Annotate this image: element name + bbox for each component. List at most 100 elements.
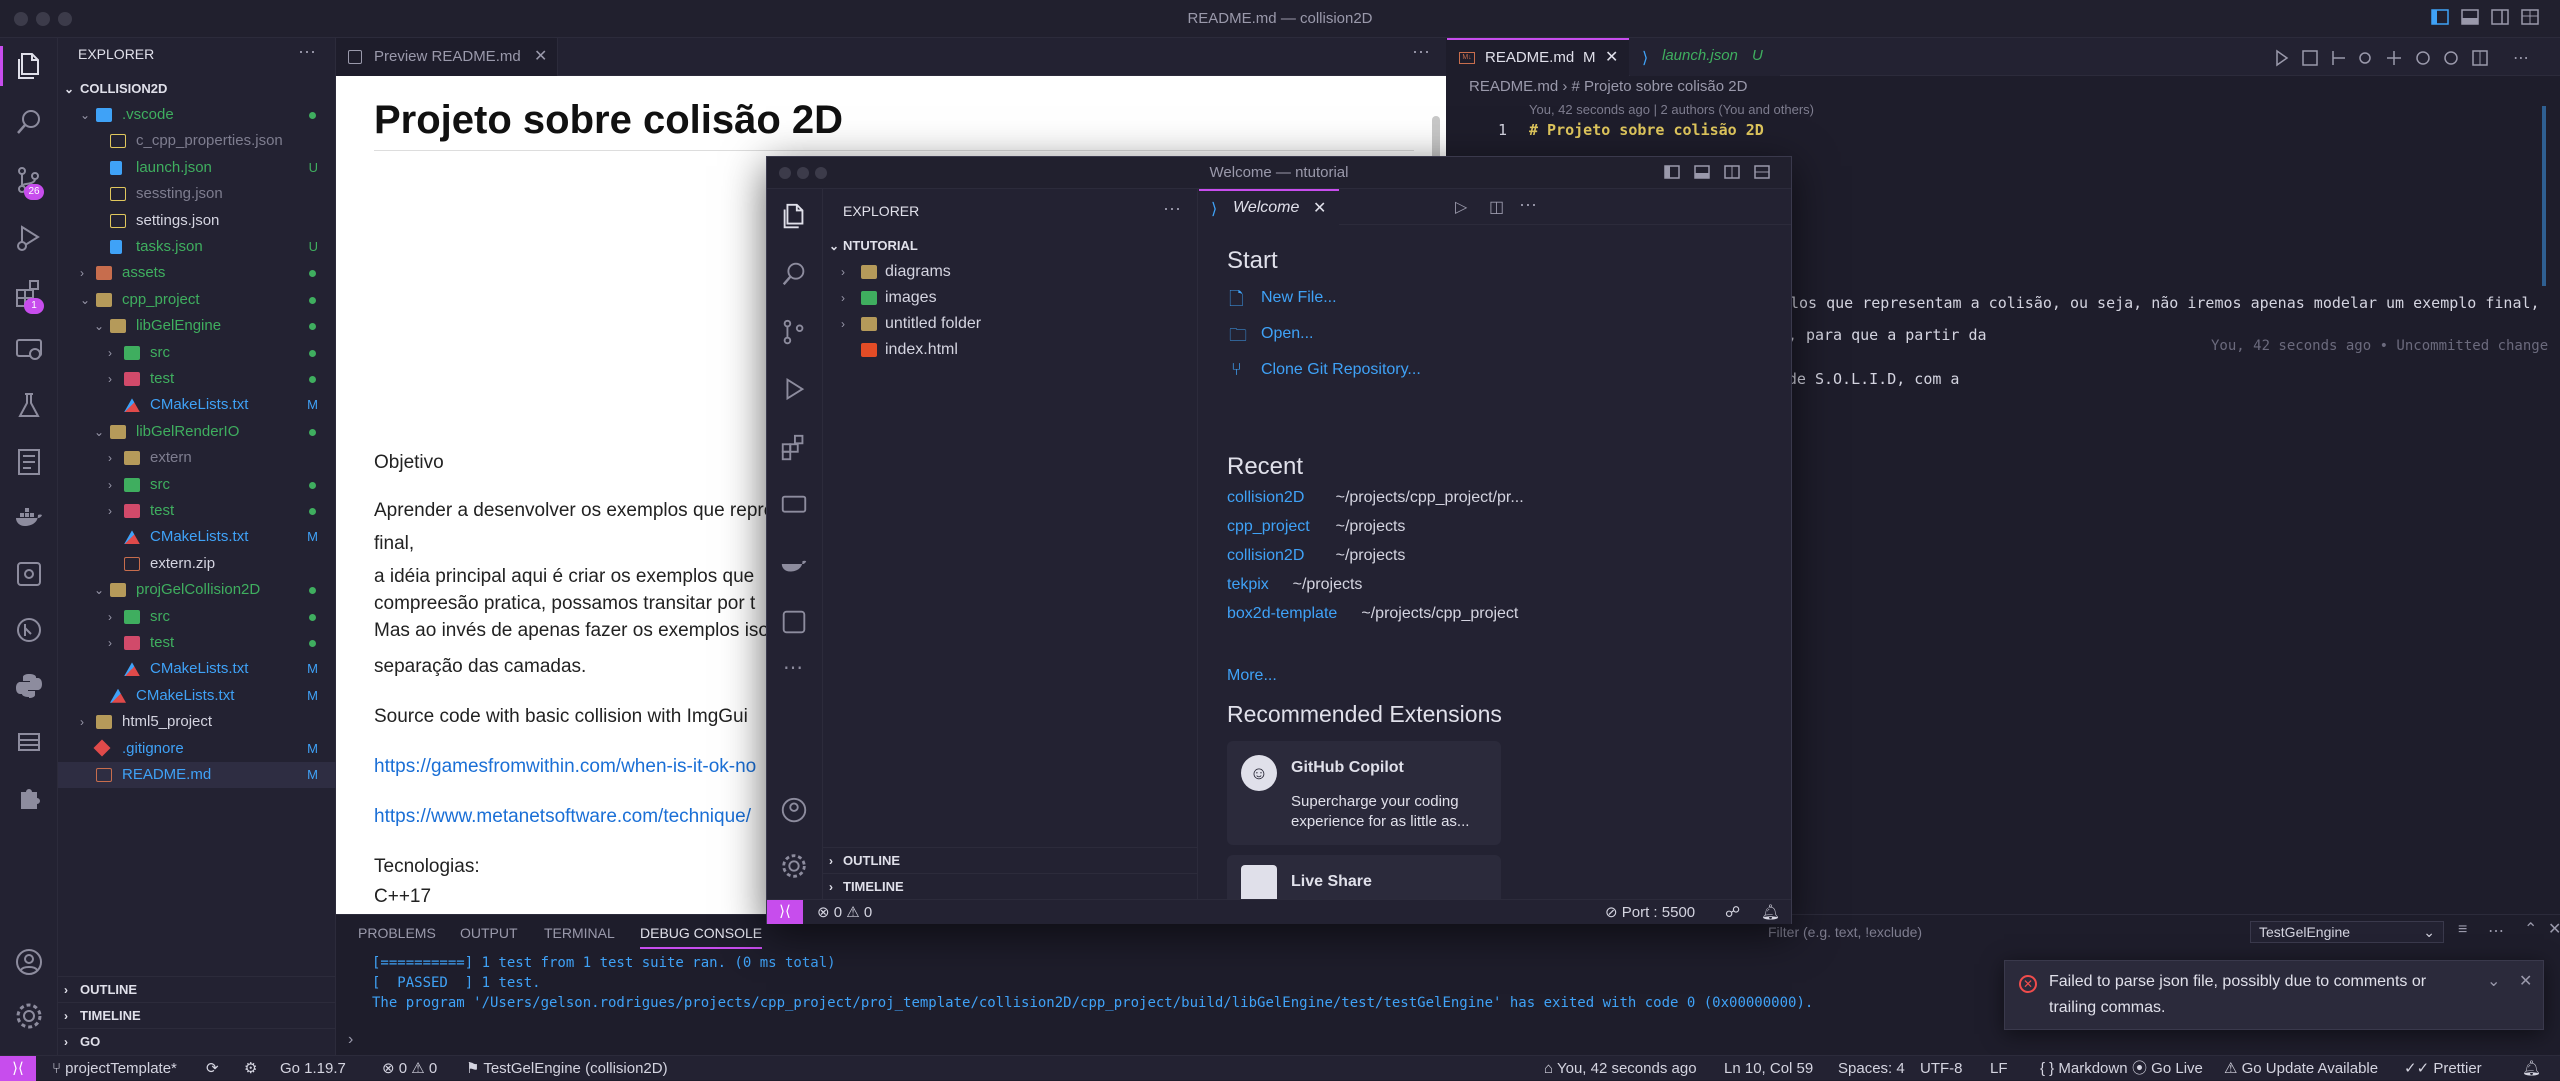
close-icon[interactable]: ✕ — [1313, 198, 1326, 218]
database-icon[interactable] — [13, 726, 45, 758]
chevron-right-icon[interactable]: › — [80, 709, 94, 735]
extension-card-copilot[interactable]: ☺ GitHub Copilot Supercharge your coding… — [1227, 741, 1501, 845]
explorer-more-icon[interactable]: ⋯ — [1163, 199, 1181, 220]
go-section[interactable]: › GO — [58, 1028, 336, 1054]
tab-output[interactable]: OUTPUT — [460, 925, 518, 941]
explorer-root[interactable]: ⌄ NTUTORIAL — [823, 233, 1198, 259]
editor-more-icon[interactable]: ⋯ — [1412, 42, 1430, 63]
cmake-icon[interactable] — [13, 446, 45, 478]
indentation[interactable]: Spaces: 4 — [1838, 1056, 1905, 1081]
chevron-down-icon[interactable]: ⌄ — [80, 102, 94, 128]
close-panel-icon[interactable]: ✕ — [2548, 919, 2560, 939]
timeline-section[interactable]: › TIMELINE — [823, 873, 1198, 899]
chevron-right-icon[interactable]: › — [108, 340, 122, 366]
sync-icon[interactable]: ⟳ — [206, 1056, 219, 1081]
console-prompt-icon[interactable]: › — [348, 1031, 353, 1049]
python-icon[interactable] — [13, 670, 45, 702]
chevron-down-icon[interactable]: ⌄ — [94, 419, 108, 445]
chevron-down-icon[interactable]: ⌄ — [94, 577, 108, 603]
source-control-icon[interactable] — [779, 317, 809, 347]
tree-item[interactable]: launch.json U — [58, 155, 336, 181]
more-recent-link[interactable]: More... — [1227, 667, 1277, 685]
tree-item[interactable]: c_cpp_properties.json — [58, 128, 336, 154]
layout-controls-icon[interactable] — [1663, 163, 1787, 183]
manage-gear-icon[interactable] — [779, 851, 809, 881]
open-link[interactable]: Open... — [1261, 325, 1313, 343]
file-index-html[interactable]: index.html — [823, 337, 1198, 363]
chevron-right-icon[interactable]: › — [108, 445, 122, 471]
folder-diagrams[interactable]: › diagrams — [823, 259, 1198, 285]
tree-item[interactable]: › src — [58, 340, 336, 366]
outline-section[interactable]: › OUTLINE — [823, 847, 1198, 873]
tree-item[interactable]: ⌄ projGelCollision2D — [58, 577, 336, 603]
debug-config-select[interactable]: TestGelEngine ⌄ — [2250, 921, 2444, 943]
cmake-kit-icon[interactable]: ⚙ — [244, 1056, 257, 1081]
explorer-more-icon[interactable]: ⋯ — [298, 42, 316, 63]
remote-explorer-icon[interactable] — [779, 491, 809, 521]
explorer-icon[interactable] — [13, 50, 45, 82]
tree-item[interactable]: CMakeLists.txt M — [58, 392, 336, 418]
close-icon[interactable]: ✕ — [534, 46, 547, 66]
tab-preview-readme[interactable]: Preview README.md ✕ — [336, 38, 558, 76]
layout-controls-icon[interactable] — [2430, 8, 2550, 28]
settings-sync-icon[interactable] — [13, 558, 45, 590]
tab-debug-console[interactable]: DEBUG CONSOLE — [640, 925, 763, 949]
manage-gear-icon[interactable] — [13, 1000, 45, 1032]
editor-actions[interactable]: ⋯ — [2273, 48, 2553, 68]
chevron-right-icon[interactable]: › — [108, 604, 122, 630]
new-file-link[interactable]: New File... — [1261, 289, 1337, 307]
language-mode[interactable]: { } Markdown — [2040, 1056, 2128, 1081]
tab-problems[interactable]: PROBLEMS — [358, 925, 436, 941]
problems-indicator[interactable]: ⊗ 0 ⚠ 0 — [817, 903, 872, 921]
tree-item[interactable]: › src — [58, 472, 336, 498]
tree-item[interactable]: › html5_project — [58, 709, 336, 735]
tree-item[interactable]: tasks.json U — [58, 234, 336, 260]
go-update[interactable]: ⚠ Go Update Available — [2224, 1056, 2378, 1081]
line-ending[interactable]: LF — [1990, 1056, 2008, 1081]
feedback-icon[interactable]: ☍ — [1725, 903, 1740, 921]
tree-item[interactable]: .gitignore M — [58, 736, 336, 762]
debug-target[interactable]: ⚑ TestGelEngine (collision2D) — [466, 1056, 668, 1081]
encoding[interactable]: UTF-8 — [1920, 1056, 1963, 1081]
notifications-bell-icon[interactable]: 🔔︎ — [1761, 903, 1780, 921]
timeline-section[interactable]: › TIMELINE — [58, 1002, 336, 1028]
chevron-down-icon[interactable]: ⌄ — [94, 313, 108, 339]
go-version[interactable]: Go 1.19.7 — [280, 1056, 346, 1081]
explorer-root[interactable]: ⌄ COLLISION2D — [58, 76, 336, 102]
panel-more-icon[interactable]: ⋯ — [2488, 921, 2504, 941]
chevron-right-icon[interactable]: › — [108, 630, 122, 656]
account-icon[interactable] — [13, 946, 45, 978]
chevron-right-icon[interactable]: › — [80, 260, 94, 286]
run-debug-icon[interactable] — [779, 375, 809, 405]
maximize-panel-icon[interactable]: ⌃ — [2524, 919, 2537, 939]
more-views-icon[interactable]: ⋯ — [783, 655, 803, 680]
recent-item-link[interactable]: collision2D — [1227, 489, 1304, 507]
preview-link[interactable]: https://www.metanetsoftware.com/techniqu… — [374, 806, 751, 828]
tree-item[interactable]: sessting.json — [58, 181, 336, 207]
prettier-status[interactable]: ✓✓ Prettier — [2404, 1056, 2482, 1081]
cursor-position[interactable]: Ln 10, Col 59 — [1724, 1056, 1813, 1081]
chevron-down-icon[interactable]: ⌄ — [2487, 971, 2500, 991]
editor-scrollbar[interactable] — [2542, 106, 2546, 286]
split-editor-icon[interactable]: ◫ — [1489, 197, 1504, 217]
tree-item[interactable]: ⌄ libGelRenderIO — [58, 419, 336, 445]
tree-item[interactable]: › test — [58, 630, 336, 656]
folder-untitled[interactable]: › untitled folder — [823, 311, 1198, 337]
outline-section[interactable]: › OUTLINE — [58, 976, 336, 1002]
close-icon[interactable]: ✕ — [1605, 47, 1618, 67]
tab-readme[interactable]: M↓ README.md M ✕ — [1447, 38, 1629, 76]
extensions-icon[interactable] — [779, 433, 809, 463]
recent-item-link[interactable]: tekpix — [1227, 576, 1269, 594]
extension-card-liveshare[interactable]: Live Share — [1227, 855, 1501, 899]
tree-item[interactable]: CMakeLists.txt M — [58, 524, 336, 550]
recent-item-link[interactable]: cpp_project — [1227, 518, 1310, 536]
chevron-down-icon[interactable]: ⌄ — [80, 287, 94, 313]
clone-repo-link[interactable]: Clone Git Repository... — [1261, 361, 1421, 379]
tree-item[interactable]: CMakeLists.txt M — [58, 683, 336, 709]
go-live-button[interactable]: ⦿ Go Live — [2132, 1056, 2203, 1081]
tree-item[interactable]: ⌄ .vscode — [58, 102, 336, 128]
tree-item[interactable]: › src — [58, 604, 336, 630]
problems-indicator[interactable]: ⊗ 0 ⚠ 0 — [382, 1056, 437, 1081]
clear-console-icon[interactable]: ≡ — [2458, 921, 2467, 939]
search-icon[interactable] — [779, 259, 809, 289]
